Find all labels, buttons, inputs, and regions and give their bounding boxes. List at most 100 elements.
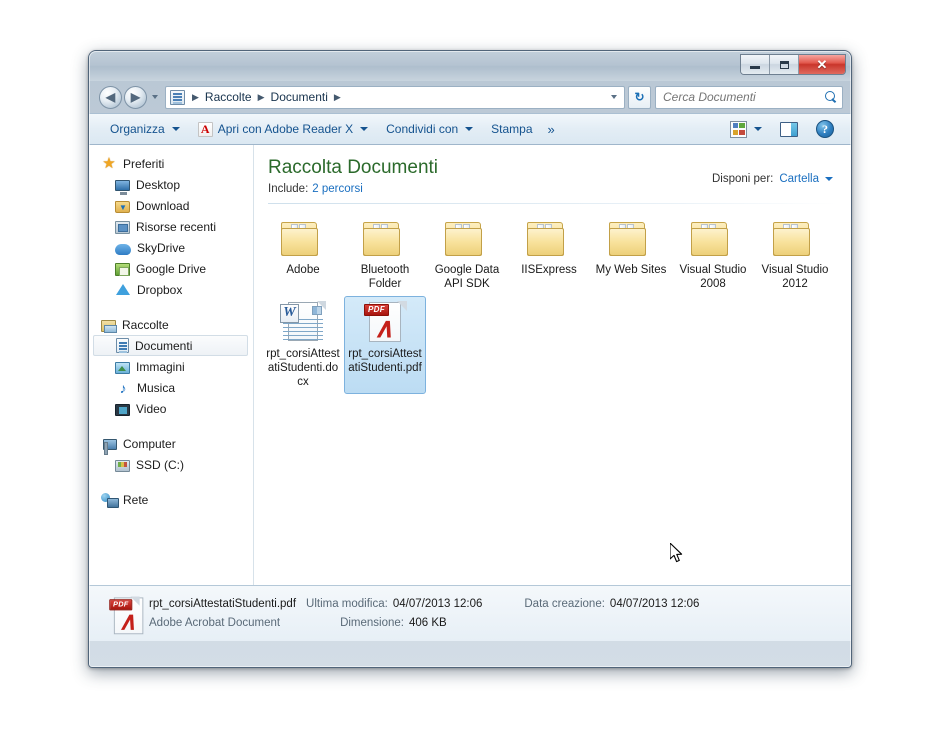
folder-item[interactable]: Visual Studio 2012 <box>754 214 836 296</box>
sidebar-item-desktop[interactable]: Desktop <box>89 174 253 195</box>
search-box[interactable] <box>655 86 843 109</box>
organize-button[interactable]: Organizza <box>101 117 189 141</box>
folder-item[interactable]: Visual Studio 2008 <box>672 214 754 296</box>
arrange-value[interactable]: Cartella <box>779 173 819 185</box>
library-header-text: Raccolta Documenti Include: 2 percorsi <box>268 157 438 195</box>
refresh-button[interactable]: ↻ <box>628 86 651 109</box>
command-toolbar: Organizza Apri con Adobe Reader X Condiv… <box>89 113 851 145</box>
network-icon <box>101 493 117 507</box>
status-details: rpt_corsiAttestatiStudenti.pdf Ultima mo… <box>145 595 839 633</box>
explorer-window: ✕ ◀ ▶ ▶ Raccolte ▶ Documenti ▶ ↻ <box>88 50 852 668</box>
status-modified-value: 04/07/2013 12:06 <box>393 595 483 614</box>
folder-item[interactable]: Google Data API SDK <box>426 214 508 296</box>
minimize-button[interactable] <box>741 55 770 74</box>
item-label: IISExpress <box>512 263 586 277</box>
back-arrow-icon: ◀ <box>106 91 115 103</box>
share-with-button[interactable]: Condividi con <box>377 117 482 141</box>
sidebar-item-skydrive[interactable]: SkyDrive <box>89 237 253 258</box>
sidebar-label: Immagini <box>136 360 185 374</box>
folder-item[interactable]: IISExpress <box>508 214 590 296</box>
address-dropdown-button[interactable] <box>606 95 622 99</box>
back-button[interactable]: ◀ <box>99 86 122 109</box>
sidebar-header-computer[interactable]: Computer <box>89 433 253 454</box>
sidebar-item-documenti[interactable]: Documenti <box>93 335 248 356</box>
status-file-icon-wrap: ∧ PDF <box>103 595 145 633</box>
breadcrumb-separator-1[interactable]: ▶ <box>254 93 269 102</box>
library-includes: Include: 2 percorsi <box>268 183 438 195</box>
navigation-pane: ★ Preferiti Desktop Download Risorse rec… <box>89 145 254 585</box>
sidebar-item-download[interactable]: Download <box>89 195 253 216</box>
sidebar-label: Google Drive <box>136 262 206 276</box>
documents-icon <box>116 338 129 353</box>
hard-drive-icon <box>115 460 130 472</box>
change-view-button[interactable] <box>721 117 771 141</box>
preview-pane-button[interactable] <box>771 117 807 141</box>
item-label: rpt_corsiAttestatiStudenti.docx <box>266 347 340 389</box>
toolbar-overflow-button[interactable]: » <box>542 122 561 137</box>
status-modified-label: Ultima modifica: <box>306 595 388 614</box>
minimize-icon <box>750 66 760 69</box>
forward-button[interactable]: ▶ <box>124 86 147 109</box>
adobe-reader-icon <box>198 122 213 137</box>
sidebar-header-preferiti[interactable]: ★ Preferiti <box>89 153 253 174</box>
sidebar-item-risorse-recenti[interactable]: Risorse recenti <box>89 216 253 237</box>
pdf-document-icon: ∧ PDF <box>108 596 139 631</box>
computer-icon <box>103 439 117 450</box>
folder-item[interactable]: Bluetooth Folder <box>344 214 426 296</box>
item-label: My Web Sites <box>594 263 668 277</box>
folder-item[interactable]: Adobe <box>262 214 344 296</box>
close-button[interactable]: ✕ <box>799 55 845 74</box>
folder-icon <box>280 219 326 259</box>
folder-item[interactable]: My Web Sites <box>590 214 672 296</box>
include-locations-link[interactable]: 2 percorsi <box>312 183 363 195</box>
pictures-icon <box>115 362 130 374</box>
sidebar-item-musica[interactable]: ♪ Musica <box>89 377 253 398</box>
file-item-pdf[interactable]: ∧ PDF rpt_corsiAttestatiStudenti.pdf <box>344 296 426 394</box>
sidebar-label: Download <box>136 199 189 213</box>
open-with-adobe-reader-button[interactable]: Apri con Adobe Reader X <box>189 117 377 141</box>
dropbox-icon <box>115 282 131 298</box>
file-list-pane[interactable]: Raccolta Documenti Include: 2 percorsi Di… <box>254 145 851 585</box>
chevron-down-icon <box>360 127 368 131</box>
forward-arrow-icon: ▶ <box>131 91 140 103</box>
word-badge-label: W <box>280 304 299 323</box>
sidebar-item-video[interactable]: Video <box>89 398 253 419</box>
caption-button-group: ✕ <box>740 54 846 75</box>
pdf-document-icon: ∧ PDF <box>363 301 407 343</box>
breadcrumb-documenti[interactable]: Documenti <box>269 90 330 104</box>
sidebar-item-google-drive[interactable]: Google Drive <box>89 258 253 279</box>
preview-pane-icon <box>780 122 798 137</box>
monitor-icon <box>115 180 130 191</box>
maximize-button[interactable] <box>770 55 799 74</box>
close-icon: ✕ <box>817 58 828 71</box>
sidebar-item-ssd-c[interactable]: SSD (C:) <box>89 454 253 475</box>
file-item-docx[interactable]: W rpt_corsiAttestatiStudenti.docx <box>262 296 344 394</box>
include-label: Include: <box>268 183 308 195</box>
sidebar-header-rete[interactable]: Rete <box>89 489 253 510</box>
arrange-by-control[interactable]: Disponi per: Cartella <box>712 157 833 185</box>
sidebar-item-immagini[interactable]: Immagini <box>89 356 253 377</box>
search-icon <box>825 91 838 104</box>
folder-icon <box>690 219 736 259</box>
page-title: Raccolta Documenti <box>268 157 438 179</box>
breadcrumb-raccolte[interactable]: Raccolte <box>203 90 254 104</box>
refresh-icon: ↻ <box>634 90 644 104</box>
sidebar-label: SSD (C:) <box>136 458 184 472</box>
help-button[interactable]: ? <box>807 117 843 141</box>
items-grid: Adobe Bluetooth Folder Google Data API S… <box>254 204 851 394</box>
search-input[interactable] <box>663 90 825 104</box>
breadcrumb-address-bar[interactable]: ▶ Raccolte ▶ Documenti ▶ <box>165 86 625 109</box>
help-icon: ? <box>816 120 834 138</box>
item-label: Visual Studio 2008 <box>676 263 750 291</box>
library-breadcrumb-icon <box>170 90 185 105</box>
music-icon: ♪ <box>115 380 131 396</box>
google-drive-icon <box>115 263 130 276</box>
breadcrumb-separator-2[interactable]: ▶ <box>330 93 345 102</box>
sidebar-header-raccolte[interactable]: Raccolte <box>89 314 253 335</box>
chevron-down-icon <box>152 95 158 99</box>
sidebar-item-dropbox[interactable]: Dropbox <box>89 279 253 300</box>
history-dropdown-button[interactable] <box>148 87 161 107</box>
chevron-down-icon <box>611 95 617 99</box>
print-button[interactable]: Stampa <box>482 117 541 141</box>
sidebar-label: Preferiti <box>123 157 164 171</box>
